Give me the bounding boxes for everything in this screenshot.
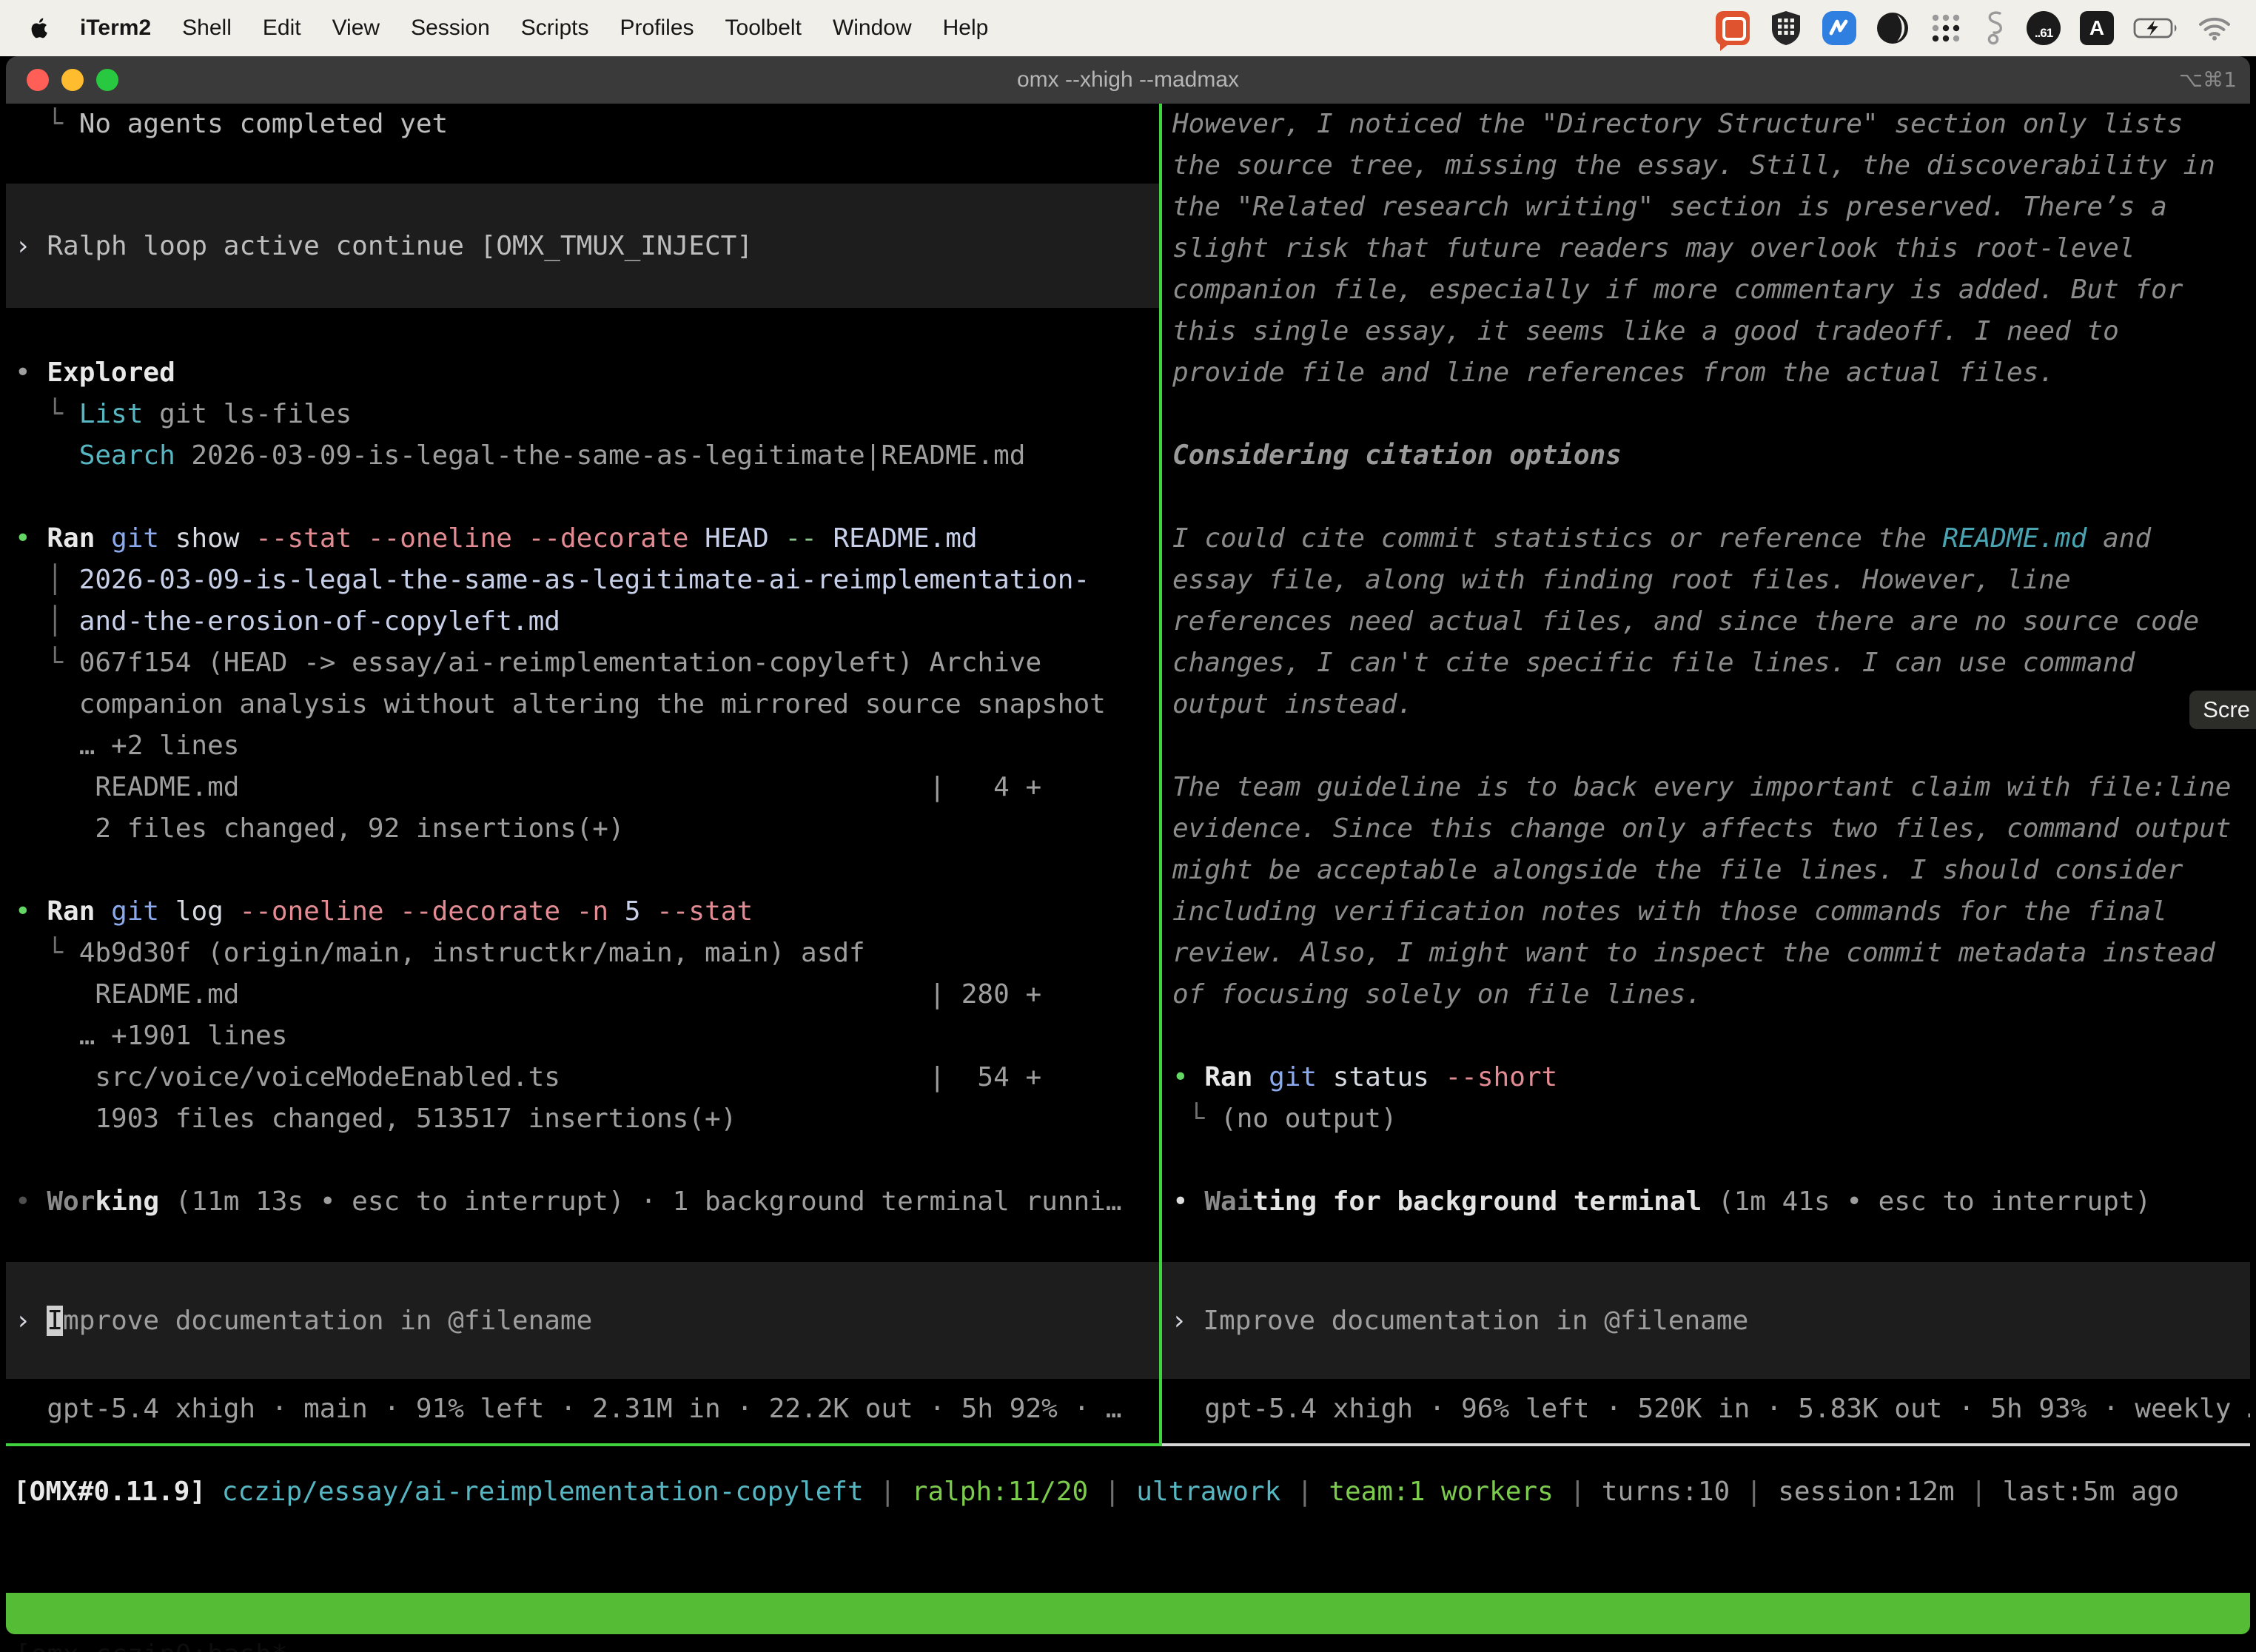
terminal-line: • Ran git show --stat --oneline --decora… bbox=[15, 518, 978, 560]
menu-item-help[interactable]: Help bbox=[943, 16, 989, 41]
dots-grid-icon[interactable] bbox=[1929, 11, 1963, 45]
a-square-icon[interactable]: A bbox=[2080, 11, 2114, 45]
terminal-line: … +2 lines bbox=[15, 725, 239, 767]
terminal-line: └ 4b9d30f (origin/main, instructkr/main,… bbox=[15, 933, 865, 974]
terminal-line: companion analysis without altering the … bbox=[15, 684, 1106, 725]
terminal-line: provide file and line references from th… bbox=[1172, 352, 2055, 394]
terminal-line: • Working (11m 13s • esc to interrupt) ·… bbox=[15, 1181, 1122, 1223]
menu-item-toolbelt[interactable]: Toolbelt bbox=[725, 16, 802, 41]
minimize-button[interactable] bbox=[61, 69, 84, 91]
terminal-line: the "Related research writing" section i… bbox=[1172, 187, 2167, 228]
tmux-session-label: [omx-cczip0:bash* bbox=[15, 1634, 287, 1652]
left-pane-border bbox=[6, 1443, 1162, 1446]
terminal-line: including verification notes with those … bbox=[1172, 891, 2167, 933]
terminal-line: evidence. Since this change only affects… bbox=[1172, 808, 2231, 850]
terminal-line: README.md | 280 + bbox=[15, 974, 1041, 1015]
terminal-line: … +1901 lines bbox=[15, 1015, 287, 1057]
terminal-line: 1903 files changed, 513517 insertions(+) bbox=[15, 1098, 736, 1140]
terminal-line: Considering citation options bbox=[1172, 435, 1622, 477]
terminal-line: might be acceptable alongside the file l… bbox=[1172, 850, 2183, 891]
terminal-line: the source tree, missing the essay. Stil… bbox=[1172, 145, 2215, 187]
left-prompt-input[interactable]: › Improve documentation in @filename bbox=[6, 1262, 1159, 1379]
terminal-line: review. Also, I might want to inspect th… bbox=[1172, 933, 2215, 974]
terminal-line: The team guideline is to back every impo… bbox=[1172, 767, 2231, 808]
terminal-line: output instead. bbox=[1172, 684, 1413, 725]
terminal-line: • Waiting for background terminal (1m 41… bbox=[1172, 1181, 2151, 1223]
terminal-line: • Explored bbox=[15, 352, 175, 394]
window-title: omx --xhigh --madmax bbox=[6, 56, 2250, 104]
terminal-line: src/voice/voiceModeEnabled.ts | 54 + bbox=[15, 1057, 1041, 1098]
terminal-line: gpt-5.4 xhigh · 96% left · 520K in · 5.8… bbox=[1172, 1389, 2250, 1430]
right-prompt-input[interactable]: › Improve documentation in @filename bbox=[1162, 1262, 2250, 1379]
pane-divider[interactable] bbox=[1159, 104, 1162, 1446]
window-titlebar[interactable]: omx --xhigh --madmax ⌥⌘1 bbox=[6, 56, 2250, 104]
terminal-line: of focusing solely on file lines. bbox=[1172, 974, 1702, 1015]
terminal-line: │ and-the-erosion-of-copyleft.md bbox=[15, 601, 560, 642]
terminal-line: references need actual files, and since … bbox=[1172, 601, 2199, 642]
chat-app-icon[interactable] bbox=[1716, 11, 1750, 45]
menu-item-session[interactable]: Session bbox=[411, 16, 490, 41]
terminal-line: However, I noticed the "Directory Struct… bbox=[1172, 104, 2183, 145]
right-pane-border bbox=[1162, 1443, 2250, 1446]
shield-grid-icon[interactable] bbox=[1769, 10, 1803, 47]
terminal-line: └ 067f154 (HEAD -> essay/ai-reimplementa… bbox=[15, 642, 1041, 684]
terminal-line: └ No agents completed yet bbox=[15, 104, 448, 145]
menu-item-view[interactable]: View bbox=[332, 16, 380, 41]
omx-status-line: [OMX#0.11.9] cczip/essay/ai-reimplementa… bbox=[13, 1471, 2179, 1513]
terminal-line: └ List git ls-files bbox=[15, 394, 352, 435]
menu-item-window[interactable]: Window bbox=[833, 16, 912, 41]
terminal-line: I could cite commit statistics or refere… bbox=[1172, 518, 2151, 560]
terminal-line: changes, I can't cite specific file line… bbox=[1172, 642, 2135, 684]
zoom-button[interactable] bbox=[96, 69, 118, 91]
menu-item-iterm2[interactable]: iTerm2 bbox=[80, 16, 151, 41]
terminal-line: • Ran git log --oneline --decorate -n 5 … bbox=[15, 891, 753, 933]
terminal-line: README.md | 4 + bbox=[15, 767, 1041, 808]
contrast-circle-icon[interactable] bbox=[1876, 11, 1910, 45]
menu-item-scripts[interactable]: Scripts bbox=[521, 16, 589, 41]
terminal-area: └ No agents completed yet • Explored └ Li… bbox=[6, 104, 2250, 1652]
menu-item-edit[interactable]: Edit bbox=[263, 16, 301, 41]
gauge-icon[interactable]: ..61 bbox=[2027, 11, 2061, 45]
screen-notification: Scre bbox=[2189, 691, 2256, 729]
apple-icon[interactable] bbox=[28, 16, 49, 41]
battery-charging-icon[interactable] bbox=[2133, 16, 2179, 41]
ralph-loop-message-box[interactable]: › Ralph loop active continue [OMX_TMUX_I… bbox=[6, 184, 1159, 308]
iterm2-window: omx --xhigh --madmax ⌥⌘1 └ No agents com… bbox=[6, 56, 2250, 1652]
squiggle-icon[interactable] bbox=[1982, 10, 2007, 47]
terminal-line: │ 2026-03-09-is-legal-the-same-as-legiti… bbox=[15, 560, 1090, 601]
terminal-line: • Ran git status --short bbox=[1172, 1057, 1557, 1098]
terminal-line: gpt-5.4 xhigh · main · 91% left · 2.31M … bbox=[15, 1389, 1122, 1430]
terminal-line: 2 files changed, 92 insertions(+) bbox=[15, 808, 625, 850]
wifi-icon[interactable] bbox=[2198, 15, 2231, 41]
tab-shortcut-badge: ⌥⌘1 bbox=[2179, 56, 2237, 104]
bolt-badge-icon[interactable] bbox=[1822, 11, 1856, 45]
menu-item-profiles[interactable]: Profiles bbox=[620, 16, 694, 41]
menu-bar-status-icons: ..61 A bbox=[1716, 10, 2231, 47]
terminal-line: this single essay, it seems like a good … bbox=[1172, 311, 2119, 352]
terminal-line: essay file, along with finding root file… bbox=[1172, 560, 2071, 601]
tmux-status-bar: [omx-cczip0:bash* "MacBook-Pro-44.local"… bbox=[6, 1593, 2250, 1634]
close-button[interactable] bbox=[27, 69, 49, 91]
menu-bar: iTerm2 Shell Edit View Session Scripts Profile… bbox=[0, 0, 2256, 56]
terminal-line: slight risk that future readers may over… bbox=[1172, 228, 2135, 269]
terminal-line: └ (no output) bbox=[1172, 1098, 1397, 1140]
terminal-line: Search 2026-03-09-is-legal-the-same-as-l… bbox=[15, 435, 1025, 477]
terminal-line: companion file, especially if more comme… bbox=[1172, 269, 2183, 311]
menu-item-shell[interactable]: Shell bbox=[182, 16, 232, 41]
